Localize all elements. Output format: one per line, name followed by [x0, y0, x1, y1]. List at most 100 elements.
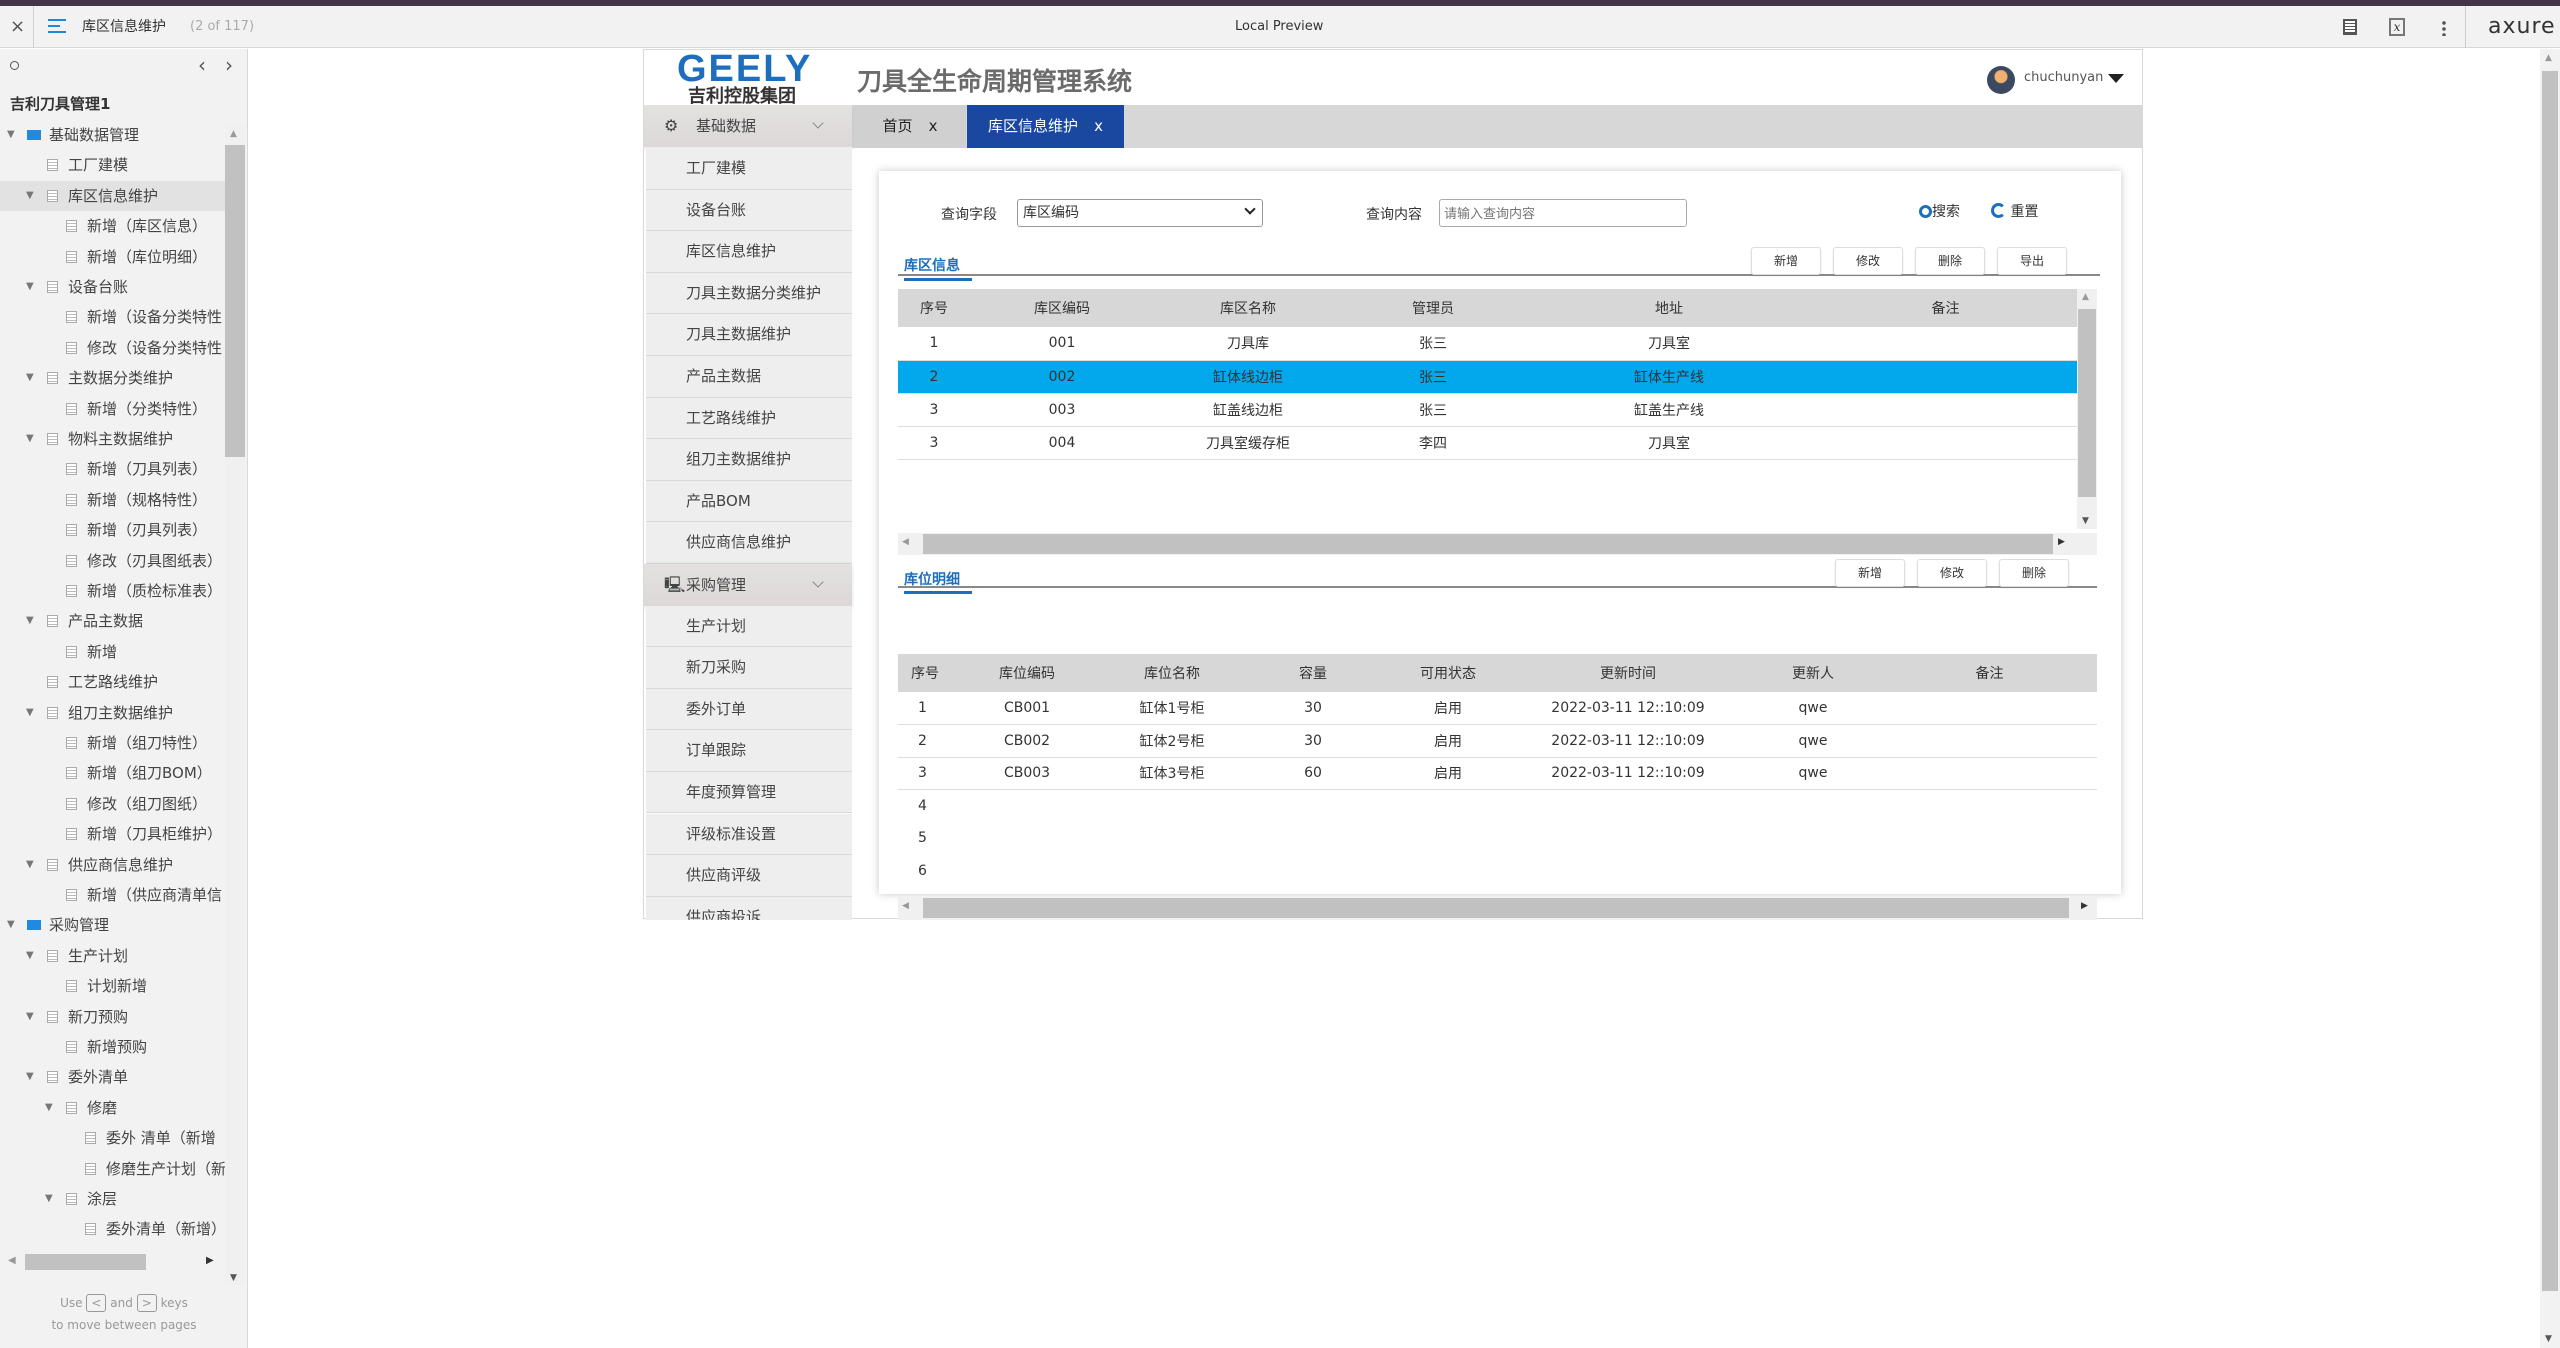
table-action-button[interactable]: 修改	[1917, 559, 1987, 587]
sitemap-item[interactable]: ▼ 供应商信息维护	[0, 850, 225, 880]
user-dropdown-icon[interactable]	[2108, 74, 2124, 83]
search-button[interactable]: 搜索	[1919, 201, 1960, 221]
tab-home[interactable]: 首页 x	[854, 105, 966, 148]
sitemap-item[interactable]: 修磨生产计划（新	[0, 1154, 225, 1184]
table-row[interactable]: 3 CB003 缸体3号柜 60 启用 2022-03-11 12::10:09 qwe	[898, 757, 2097, 790]
menu-item[interactable]: 刀具主数据分类维护	[646, 272, 852, 315]
table-action-button[interactable]: 删除	[1999, 559, 2069, 587]
sitemap-item[interactable]: 新增（刃具列表）	[0, 515, 225, 545]
table-row[interactable]: 3 003 缸盖线边柜 张三 缸盖生产线	[898, 393, 2077, 427]
table-action-button[interactable]: 新增	[1751, 247, 1821, 275]
sitemap-item[interactable]: 新增（分类特性）	[0, 394, 225, 424]
sitemap-item[interactable]: ▼ 产品主数据	[0, 606, 225, 636]
menu-item[interactable]: 评级标准设置	[646, 813, 852, 856]
more-options-icon[interactable]	[2442, 20, 2446, 36]
table-row[interactable]: 3 004 刀具室缓存柜 李四 刀具室	[898, 426, 2077, 460]
scrollbar-thumb[interactable]	[225, 145, 245, 457]
sitemap-item[interactable]: 工艺路线维护	[0, 667, 225, 697]
scroll-up-icon[interactable]: ▲	[230, 129, 237, 139]
scrollbar-thumb[interactable]	[2078, 309, 2096, 497]
expand-arrow-icon[interactable]: ▼	[26, 850, 34, 880]
sitemap-item[interactable]: ▼ 库区信息维护	[0, 180, 225, 211]
sitemap-item[interactable]: ▼ 涂层	[0, 1184, 225, 1214]
scroll-down-icon[interactable]: ▼	[230, 1273, 237, 1283]
prev-page-button[interactable]: ‹	[198, 53, 206, 77]
sitemap-item[interactable]: 新增（质检标准表）	[0, 576, 225, 606]
menu-item[interactable]: 生产计划	[646, 605, 852, 648]
expand-arrow-icon[interactable]: ▼	[26, 363, 34, 393]
menu-item[interactable]: 年度预算管理	[646, 771, 852, 814]
variables-icon[interactable]: x	[2389, 18, 2405, 36]
table-row[interactable]: 2 002 缸体线边柜 张三 缸体生产线	[898, 360, 2077, 394]
sitemap-item[interactable]: ▼ 生产计划	[0, 941, 225, 971]
scroll-right-icon[interactable]: ▶	[2058, 537, 2065, 547]
page-vertical-scrollbar[interactable]: ▲ ▼	[2540, 49, 2560, 1348]
close-sidebar-button[interactable]: ×	[10, 6, 25, 48]
sitemap-item[interactable]: 新增（设备分类特性	[0, 302, 225, 332]
sitemap-item[interactable]: 新增（组刀特性）	[0, 728, 225, 758]
menu-item[interactable]: 库区信息维护	[646, 231, 852, 273]
sitemap-item[interactable]: 新增预购	[0, 1032, 225, 1062]
scrollbar-thumb[interactable]	[923, 534, 2053, 554]
scrollbar-thumb[interactable]	[923, 898, 2069, 918]
hamburger-icon[interactable]	[48, 19, 66, 33]
scroll-down-icon[interactable]: ▼	[2545, 1334, 2552, 1344]
sitemap-item[interactable]: ▼ 主数据分类维护	[0, 363, 225, 393]
tab-active[interactable]: 库区信息维护 x	[967, 105, 1124, 148]
search-icon[interactable]	[10, 61, 19, 70]
scroll-left-icon[interactable]: ◀	[902, 901, 909, 911]
menu-item[interactable]: 工厂建模	[646, 148, 852, 190]
notes-icon[interactable]	[2343, 19, 2357, 35]
sitemap-item[interactable]: 修改（刃具图纸表）	[0, 546, 225, 576]
menu-item[interactable]: 新刀采购	[646, 647, 852, 689]
table-action-button[interactable]: 删除	[1915, 247, 1985, 275]
query-content-input[interactable]	[1439, 199, 1687, 227]
menu-item[interactable]: 刀具主数据维护	[646, 314, 852, 356]
menu-section-header[interactable]: ⚙ 基础数据	[644, 105, 852, 147]
expand-arrow-icon[interactable]: ▼	[26, 1062, 34, 1092]
expand-arrow-icon[interactable]: ▼	[26, 941, 34, 971]
scrollbar-thumb[interactable]	[2542, 71, 2558, 1291]
sitemap-item[interactable]: 新增（刀具列表）	[0, 454, 225, 484]
user-avatar[interactable]	[1987, 66, 2015, 94]
sitemap-item[interactable]: 新增（刀具柜维护）	[0, 819, 225, 849]
expand-arrow-icon[interactable]: ▼	[26, 424, 34, 454]
expand-arrow-icon[interactable]: ▼	[26, 1002, 34, 1032]
tab-close-button[interactable]: x	[1094, 117, 1103, 135]
sitemap-item[interactable]: 修改（组刀图纸）	[0, 789, 225, 819]
menu-item[interactable]: 产品主数据	[646, 356, 852, 398]
scroll-up-icon[interactable]: ▲	[2545, 53, 2552, 63]
tab-close-button[interactable]: x	[929, 117, 938, 135]
menu-item[interactable]: 设备台账	[646, 189, 852, 232]
sitemap-item[interactable]: 新增	[0, 637, 225, 667]
menu-item[interactable]: 工艺路线维护	[646, 397, 852, 440]
menu-section-header[interactable]: 🖳 采购管理	[644, 564, 852, 606]
query-field-select[interactable]: 库区编码	[1017, 199, 1263, 227]
sitemap-item[interactable]: ▼ 委外清单	[0, 1062, 225, 1092]
table-row[interactable]: 1 001 刀具库 张三 刀具室	[898, 327, 2077, 361]
sitemap-item[interactable]: 新增（库位明细）	[0, 242, 225, 272]
table-row[interactable]: 4	[898, 790, 2097, 823]
sitemap-item[interactable]: 新增（库区信息）	[0, 211, 225, 241]
next-page-button[interactable]: ›	[225, 53, 233, 77]
menu-item[interactable]: 供应商评级	[646, 855, 852, 897]
table-action-button[interactable]: 修改	[1833, 247, 1903, 275]
table-row[interactable]: 1 CB001 缸体1号柜 30 启用 2022-03-11 12::10:09 qwe	[898, 692, 2097, 725]
expand-arrow-icon[interactable]: ▼	[45, 1093, 53, 1123]
expand-arrow-icon[interactable]: ▼	[26, 181, 34, 211]
sitemap-item[interactable]: ▼ 修磨	[0, 1093, 225, 1123]
menu-item[interactable]: 订单跟踪	[646, 730, 852, 772]
sitemap-horizontal-scrollbar[interactable]: ◀ ▶	[0, 1252, 225, 1272]
expand-arrow-icon[interactable]: ▼	[7, 910, 15, 940]
zone-vertical-scrollbar[interactable]: ▲ ▼	[2077, 289, 2097, 529]
table-row[interactable]: 2 CB002 缸体2号柜 30 启用 2022-03-11 12::10:09 qwe	[898, 724, 2097, 758]
table-action-button[interactable]: 导出	[1997, 247, 2067, 275]
zone-horizontal-scrollbar[interactable]: ◀ ▶	[898, 533, 2097, 555]
sitemap-item[interactable]: ▼ 新刀预购	[0, 1002, 225, 1032]
expand-arrow-icon[interactable]: ▼	[7, 120, 15, 150]
menu-item[interactable]: 供应商投诉	[646, 896, 852, 920]
sitemap-item[interactable]: ▼ 物料主数据维护	[0, 424, 225, 454]
menu-item[interactable]: 产品BOM	[646, 480, 852, 523]
scroll-right-icon[interactable]: ▶	[2081, 901, 2088, 911]
sitemap-item[interactable]: 新增（组刀BOM）	[0, 758, 225, 788]
